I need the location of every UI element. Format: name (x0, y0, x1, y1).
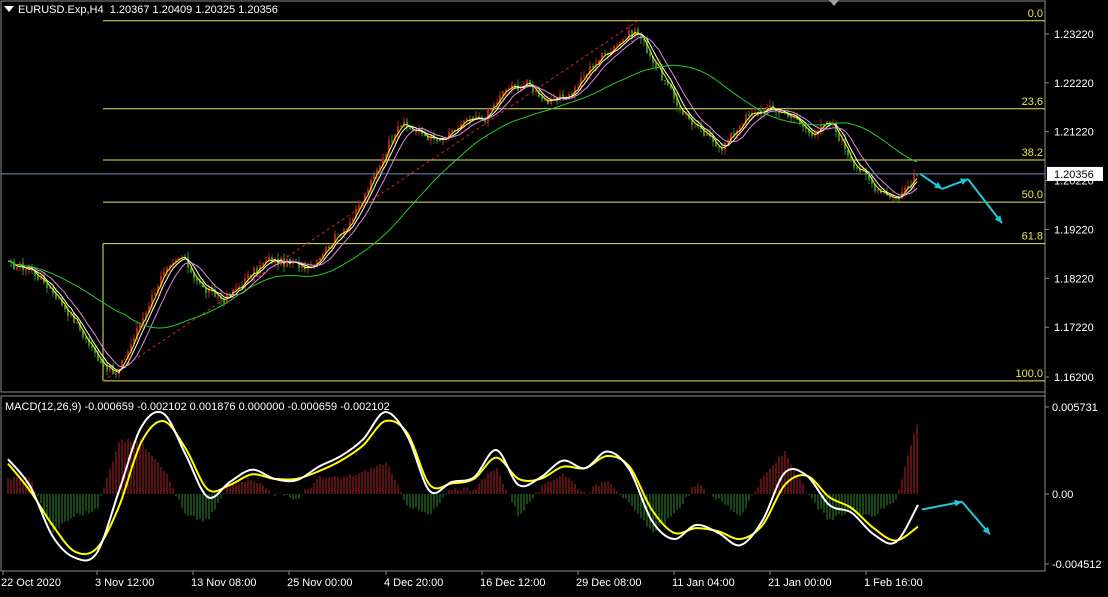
price-tick-label: 1.17220 (1054, 322, 1094, 334)
price-bar-body (604, 53, 606, 55)
price-bar-body (490, 109, 492, 111)
price-bar-body (100, 360, 102, 363)
price-bar-body (505, 89, 507, 92)
main-chart-frame (0, 0, 1046, 393)
price-bar-body (406, 121, 408, 127)
trading-chart[interactable]: 0.0 23.6 38.2 50.0 61.8 100.0 1.23220 1.22220 1… (0, 0, 1108, 592)
price-axis: 1.232201.222201.212201.202201.192201.182… (1045, 29, 1094, 384)
price-bar-body (553, 97, 555, 99)
price-bar-body (49, 287, 51, 289)
price-bar-body (124, 358, 126, 360)
time-tick-label: 13 Nov 08:00 (191, 577, 256, 589)
time-tick-label: 22 Oct 2020 (1, 577, 61, 589)
chart-shift-marker-icon[interactable] (829, 0, 839, 6)
price-bar-body (541, 97, 543, 100)
chart-menu-icon[interactable] (4, 6, 14, 12)
price-bar-body (415, 131, 417, 133)
price-bar-body (694, 124, 696, 126)
price-bar-body (337, 233, 339, 235)
price-bar-body (661, 66, 663, 81)
price-bar-body (778, 112, 780, 114)
chart-canvas[interactable]: 0.0 23.6 38.2 50.0 61.8 100.0 1.23220 1.22220 1… (0, 0, 1108, 592)
time-axis: 22 Oct 2020 3 Nov 12:00 13 Nov 08:00 25 Nov… (1, 571, 923, 589)
current-price-label: 1.20356 (1047, 166, 1103, 181)
time-tick-label: 4 Dec 20:00 (384, 577, 443, 589)
macd-indicator (7, 410, 991, 562)
fibo-level-label: 23.6 (1022, 96, 1043, 108)
price-bar-body (649, 53, 651, 57)
price-bar-body (115, 373, 117, 375)
price-bar-body (286, 259, 288, 267)
macd-tick-label: -0.004512 (1052, 559, 1102, 571)
forecast-arrows[interactable] (919, 172, 1003, 224)
ohlc-values: 1.20367 1.20409 1.20325 1.20356 (109, 4, 278, 16)
price-bar-body (811, 133, 813, 136)
macd-header: MACD(12,26,9) -0.000659 -0.002102 0.0018… (5, 401, 390, 413)
price-bar-body (25, 269, 27, 271)
chart-header: EURUSD.Exp,H4 1.20367 1.20409 1.20325 1.… (18, 4, 278, 16)
macd-tick-label: 0.005731 (1052, 402, 1098, 414)
price-bar-body (391, 140, 393, 142)
price-bar-body (592, 65, 594, 68)
price-bar-body (154, 293, 156, 295)
time-tick-label: 11 Jan 04:00 (672, 577, 735, 589)
price-tick-label: 1.18220 (1054, 273, 1094, 285)
macd-tick-label: 0.00 (1052, 489, 1073, 501)
price-bar-body (451, 129, 453, 132)
current-price-text: 1.20356 (1054, 169, 1094, 181)
price-bar-body (748, 114, 750, 116)
price-bar-body (247, 274, 249, 279)
fibo-level-label: 61.8 (1022, 231, 1043, 243)
time-tick-label: 29 Dec 08:00 (576, 577, 641, 589)
price-bar-body (718, 146, 720, 148)
price-bar-body (16, 267, 18, 270)
time-tick-label: 1 Feb 16:00 (864, 577, 923, 589)
time-tick-label: 25 Nov 00:00 (287, 577, 352, 589)
price-bar-body (664, 80, 666, 82)
price-bar-body (328, 246, 330, 249)
price-tick-label: 1.21220 (1054, 127, 1094, 139)
price-bar-body (514, 84, 516, 86)
macd-axis: 0.005731 0.00 -0.004512 (1045, 402, 1102, 571)
price-bar-body (76, 321, 78, 323)
price-tick-label: 1.19220 (1054, 224, 1094, 236)
price-bar-body (358, 205, 360, 210)
time-tick-label: 21 Jan 00:00 (768, 577, 832, 589)
symbol-title: EURUSD.Exp,H4 (18, 4, 104, 16)
fibo-level-label: 50.0 (1022, 189, 1043, 201)
price-bar-body (13, 261, 15, 270)
macd-forecast-arrow-head (954, 499, 962, 507)
price-bar-body (655, 63, 657, 67)
price-bar-body (856, 167, 858, 169)
price-bar-body (217, 296, 219, 298)
price-bar-body (769, 105, 771, 108)
price-tick-label: 1.16200 (1054, 372, 1094, 384)
fibo-level-label: 38.2 (1022, 147, 1043, 159)
price-bar-body (373, 175, 375, 180)
price-bar-body (262, 262, 264, 266)
price-tick-label: 1.23220 (1054, 29, 1094, 41)
price-bar-body (583, 76, 585, 78)
price-bar-body (235, 288, 237, 290)
price-bar-body (916, 174, 918, 176)
price-bar-body (790, 116, 792, 118)
trend-line[interactable] (102, 20, 639, 382)
price-tick-label: 1.22220 (1054, 78, 1094, 90)
fibo-trend-line[interactable] (102, 20, 639, 382)
time-tick-label: 16 Dec 12:00 (480, 577, 545, 589)
ma-green-line (7, 64, 918, 329)
price-bar-body (37, 275, 39, 280)
time-tick-label: 3 Nov 12:00 (95, 577, 154, 589)
fibo-level-label: 100.0 (1015, 368, 1043, 380)
fibo-level-label: 0.0 (1028, 8, 1043, 20)
price-bar-body (400, 126, 402, 128)
forecast-arrow-segment[interactable] (967, 178, 1003, 224)
